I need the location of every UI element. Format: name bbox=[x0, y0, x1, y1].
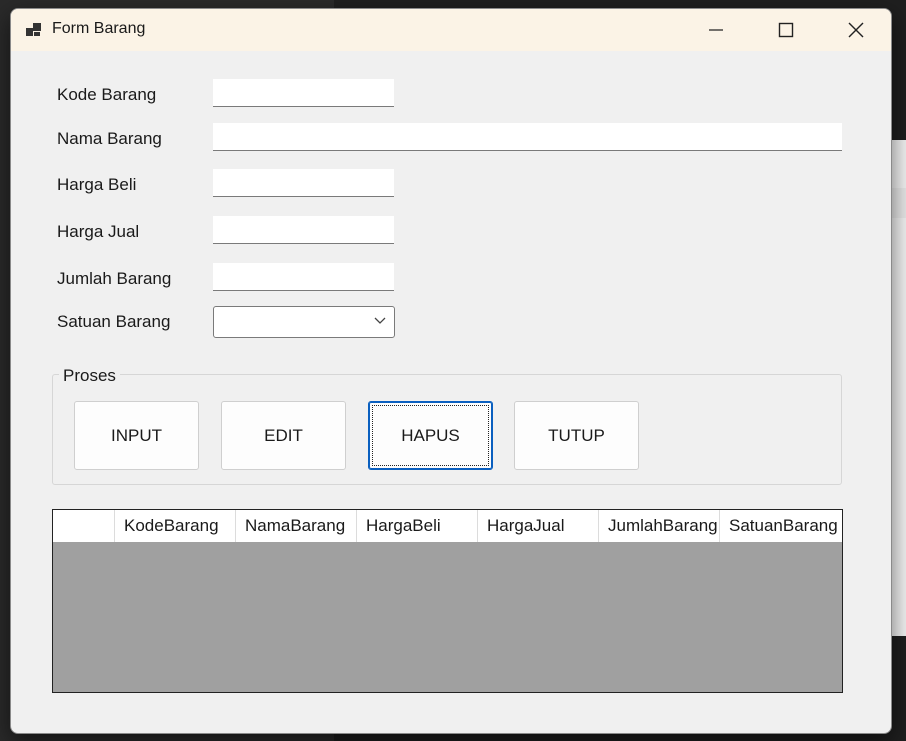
maximize-button[interactable] bbox=[751, 9, 821, 51]
app-icon bbox=[26, 23, 41, 36]
tutup-button[interactable]: TUTUP bbox=[514, 401, 639, 470]
barang-datagrid[interactable]: KodeBarang NamaBarang HargaBeli HargaJua… bbox=[52, 509, 843, 693]
column-header-satuanbarang[interactable]: SatuanBarang bbox=[720, 510, 842, 542]
proses-group-title: Proses bbox=[59, 366, 120, 386]
close-icon bbox=[848, 22, 864, 38]
minimize-icon bbox=[709, 29, 723, 31]
label-jumlah-barang: Jumlah Barang bbox=[57, 269, 172, 288]
background-panel-strip-2 bbox=[890, 188, 906, 218]
label-kode-barang: Kode Barang bbox=[57, 85, 157, 104]
title-bar[interactable]: Form Barang bbox=[11, 9, 891, 51]
harga-jual-input[interactable] bbox=[213, 216, 394, 244]
label-harga-jual: Harga Jual bbox=[57, 222, 140, 241]
maximize-icon bbox=[778, 22, 794, 38]
label-satuan-barang: Satuan Barang bbox=[57, 312, 171, 331]
grid-header-row: KodeBarang NamaBarang HargaBeli HargaJua… bbox=[53, 510, 842, 542]
column-header-hargajual[interactable]: HargaJual bbox=[478, 510, 599, 542]
column-header-hargabeli[interactable]: HargaBeli bbox=[357, 510, 478, 542]
chevron-down-icon bbox=[374, 317, 386, 324]
label-harga-beli: Harga Beli bbox=[57, 175, 137, 194]
form-barang-window: Form Barang Kode Barang Nama Barang Harg… bbox=[10, 8, 892, 734]
window-title: Form Barang bbox=[52, 20, 146, 37]
jumlah-barang-input[interactable] bbox=[213, 263, 394, 291]
focus-rectangle bbox=[372, 405, 489, 466]
grid-row-header-corner[interactable] bbox=[53, 510, 115, 542]
column-header-kodebarang[interactable]: KodeBarang bbox=[115, 510, 236, 542]
satuan-barang-combobox[interactable] bbox=[213, 306, 395, 338]
label-nama-barang: Nama Barang bbox=[57, 129, 162, 148]
minimize-button[interactable] bbox=[681, 9, 751, 51]
harga-beli-input[interactable] bbox=[213, 169, 394, 197]
column-header-jumlahbarang[interactable]: JumlahBarang bbox=[599, 510, 720, 542]
close-button[interactable] bbox=[821, 9, 891, 51]
nama-barang-input[interactable] bbox=[213, 123, 842, 151]
hapus-button[interactable]: HAPUS bbox=[368, 401, 493, 470]
kode-barang-input[interactable] bbox=[213, 79, 394, 107]
edit-button[interactable]: EDIT bbox=[221, 401, 346, 470]
input-button[interactable]: INPUT bbox=[74, 401, 199, 470]
column-header-namabarang[interactable]: NamaBarang bbox=[236, 510, 357, 542]
